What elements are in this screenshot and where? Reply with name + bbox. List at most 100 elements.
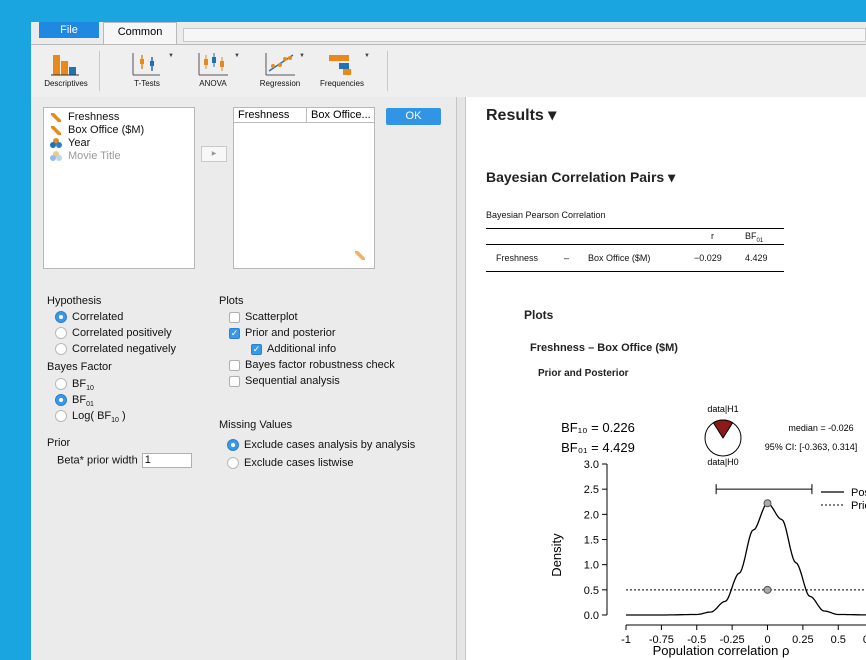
y-tick-label: 0.0 [584,610,599,622]
radio-label: BF [72,394,87,406]
available-variables-list[interactable]: Freshness Box Office ($M) Year Movie Tit… [43,107,195,269]
radio-icon[interactable] [55,378,67,391]
hypothesis-negative-radio[interactable]: Correlated negatively [55,343,176,356]
y-tick-label: 1.0 [584,560,599,572]
move-variable-button[interactable]: ▶ [201,146,227,162]
prior-point [763,585,772,594]
exclude-listwise-radio[interactable]: Exclude cases listwise [227,457,353,470]
checkbox-label: Prior and posterior [245,327,336,339]
variable-item[interactable]: Movie Title [50,150,194,162]
checkbox-icon[interactable] [229,375,240,387]
table-cell: −0.029 [694,253,722,263]
scale-variable-icon [355,251,365,260]
checkbox-label: Sequential analysis [245,375,340,387]
descriptives-label: Descriptives [44,79,88,88]
ttests-dropdown-icon[interactable]: ▼ [168,53,174,59]
variable-item[interactable]: Box Office ($M) [50,124,194,136]
column-header-r: r [711,231,714,241]
variable-item[interactable]: Year [50,137,194,149]
analysis-section-title[interactable]: Bayesian Correlation Pairs ▾ [486,169,675,186]
frequencies-label: Frequencies [319,79,365,88]
assigned-variables-box[interactable]: Freshness Box Office... [233,107,375,269]
robustness-check-checkbox[interactable]: Bayes factor robustness check [229,359,395,371]
hypothesis-heading: Hypothesis [47,295,102,307]
prior-heading: Prior [47,437,71,449]
bf01-radio[interactable]: BF01 [55,394,94,408]
pie-h0-label: data|H0 [707,457,738,467]
x-axis-label: Population correlation ρ [653,643,790,658]
ribbon-toolbar: Descriptives T-Tests ▼ ANOVA ▼ Regressio… [31,45,866,98]
radio-icon[interactable] [55,327,67,340]
sequential-analysis-checkbox[interactable]: Sequential analysis [229,375,340,387]
ribbon-divider [99,51,100,91]
radio-icon[interactable] [227,457,239,470]
bf10-text: BF₁₀ = 0.226 [561,420,635,435]
radio-label-subscript: 10 [111,417,119,425]
column-header-bf-text: BF [745,231,757,241]
variable-label: Box Office ($M) [68,124,145,136]
credible-interval-text: 95% CI: [-0.363, 0.314] [765,442,858,452]
radio-label: ) [118,410,126,422]
table-cell: – [564,253,570,263]
additional-info-checkbox[interactable]: ✓ Additional info [251,343,336,355]
regression-dropdown-icon[interactable]: ▼ [299,53,305,59]
prior-posterior-checkbox[interactable]: ✓ Prior and posterior [229,327,336,339]
radio-icon[interactable] [55,343,67,356]
variable-item[interactable]: Freshness [50,111,194,123]
radio-label-subscript: 01 [86,401,94,409]
results-title[interactable]: Results ▾ [486,105,556,125]
y-tick-label: 0.5 [584,585,599,597]
radio-selected-icon[interactable] [55,394,67,407]
frequencies-dropdown-icon[interactable]: ▼ [364,53,370,59]
variable-label: Year [68,137,91,149]
table-header-row: r BF01 [486,228,784,245]
radio-selected-icon[interactable] [227,439,239,452]
posterior-point [763,499,772,508]
y-tick-label: 2.5 [584,484,599,496]
checkbox-icon[interactable] [229,311,240,323]
anova-button[interactable]: ANOVA [191,49,235,95]
radio-label: Exclude cases analysis by analysis [244,439,416,451]
tab-common[interactable]: Common [103,22,177,44]
hypothesis-positive-radio[interactable]: Correlated positively [55,327,172,340]
checkmark-icon[interactable]: ✓ [229,327,240,339]
radio-label: Log( BF [72,410,112,422]
ttests-button[interactable]: T-Tests [125,49,169,95]
table-cell: Freshness [496,253,539,263]
anova-dropdown-icon[interactable]: ▼ [234,53,240,59]
panel-splitter[interactable] [456,97,466,660]
hypothesis-correlated-radio[interactable]: Correlated [55,311,123,324]
prior-width-input[interactable]: 1 [141,453,192,468]
credible-interval-bar [715,484,813,495]
missing-values-heading: Missing Values [219,419,293,431]
checkbox-icon[interactable] [229,359,240,371]
ribbon-divider [387,51,388,91]
bayes-factor-heading: Bayes Factor [47,361,112,373]
tab-file[interactable]: File [39,22,99,38]
radio-selected-icon[interactable] [55,311,67,324]
exclude-analysis-radio[interactable]: Exclude cases analysis by analysis [227,439,416,452]
anova-icon [198,53,228,76]
ok-button[interactable]: OK [386,108,441,125]
app-window: File Common Descriptives T-Tests ▼ ANOVA… [31,22,866,660]
legend-posterior-label: Posterior [851,487,866,499]
logbf10-radio[interactable]: Log( BF10 ) [55,410,126,424]
anova-label: ANOVA [199,79,227,88]
scale-variable-icon [51,126,61,136]
regression-button[interactable]: Regression [255,49,305,95]
column-header-bf: BF01 [745,231,763,244]
ttests-icon [132,53,160,76]
bf10-radio[interactable]: BF10 [55,378,94,392]
assigned-variable-box-office[interactable]: Box Office... [307,108,373,122]
radio-icon[interactable] [55,410,67,423]
table-cell: 4.429 [745,253,768,263]
checkmark-icon[interactable]: ✓ [251,343,262,355]
frequencies-button[interactable]: Frequencies [315,49,369,95]
variable-label: Freshness [68,111,120,123]
y-tick-label: 2.0 [584,509,599,521]
assigned-variable-freshness[interactable]: Freshness [234,108,307,122]
scatterplot-checkbox[interactable]: Scatterplot [229,311,298,323]
ttests-label: T-Tests [134,79,160,88]
descriptives-icon [51,55,79,76]
descriptives-button[interactable]: Descriptives [39,49,93,95]
